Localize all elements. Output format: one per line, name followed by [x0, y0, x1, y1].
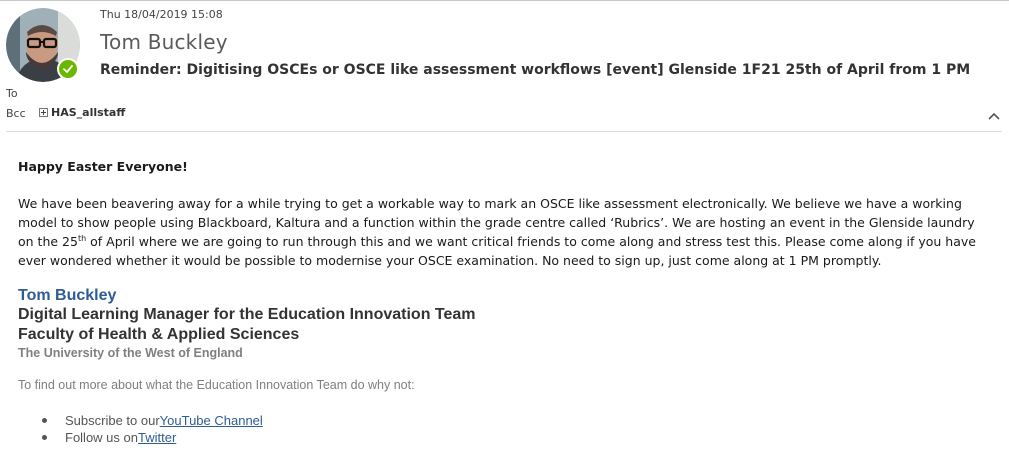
youtube-channel-link[interactable]: YouTube Channel: [160, 413, 263, 428]
bcc-label: Bcc: [6, 107, 26, 120]
greeting: Happy Easter Everyone!: [18, 159, 188, 174]
presence-available-icon: [57, 58, 79, 80]
signature-name: Tom Buckley: [18, 287, 117, 304]
message-date: Thu 18/04/2019 15:08: [100, 8, 223, 21]
signature-university: The University of the West of England: [18, 346, 243, 360]
list-item: Follow us on Twitter: [42, 429, 263, 446]
bcc-recipient-group[interactable]: HAS_allstaff: [39, 106, 125, 119]
top-border: [0, 0, 1009, 1]
bullet-icon: [42, 435, 47, 440]
signature-role: Digital Learning Manager for the Educati…: [18, 306, 476, 323]
sender-name[interactable]: Tom Buckley: [100, 30, 228, 54]
message-subject: Reminder: Digitising OSCEs or OSCE like …: [100, 62, 971, 78]
signature-faculty: Faculty of Health & Applied Sciences: [18, 326, 300, 343]
chevron-up-icon: [988, 112, 1000, 120]
link-prefix: Subscribe to our: [65, 413, 160, 428]
expand-icon[interactable]: [39, 108, 48, 117]
signature-find-out: To find out more about what the Educatio…: [18, 378, 415, 392]
paragraph-text-2: of April where we are going to run throu…: [18, 234, 976, 268]
list-item: Subscribe to our YouTube Channel: [42, 412, 263, 429]
to-label: To: [6, 87, 18, 100]
ordinal-suffix: th: [77, 233, 87, 243]
bcc-recipient-name[interactable]: HAS_allstaff: [51, 106, 125, 119]
bullet-icon: [42, 418, 47, 423]
message-paragraph: We have been beavering away for a while …: [18, 194, 988, 270]
link-prefix: Follow us on: [65, 430, 138, 445]
sender-avatar-container[interactable]: [6, 8, 80, 82]
signature-links-list: Subscribe to our YouTube Channel Follow …: [42, 412, 263, 446]
twitter-link[interactable]: Twitter: [138, 430, 176, 445]
collapse-header-button[interactable]: [986, 108, 1002, 122]
header-divider: [6, 131, 1002, 132]
